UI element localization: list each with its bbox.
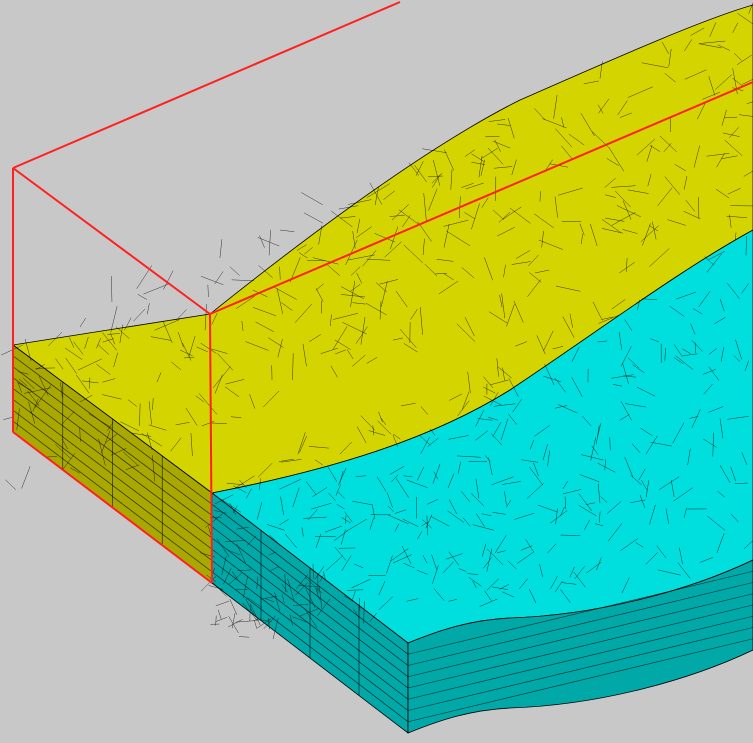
- mesh-viewport[interactable]: [0, 0, 753, 743]
- mesh-render: [0, 0, 753, 743]
